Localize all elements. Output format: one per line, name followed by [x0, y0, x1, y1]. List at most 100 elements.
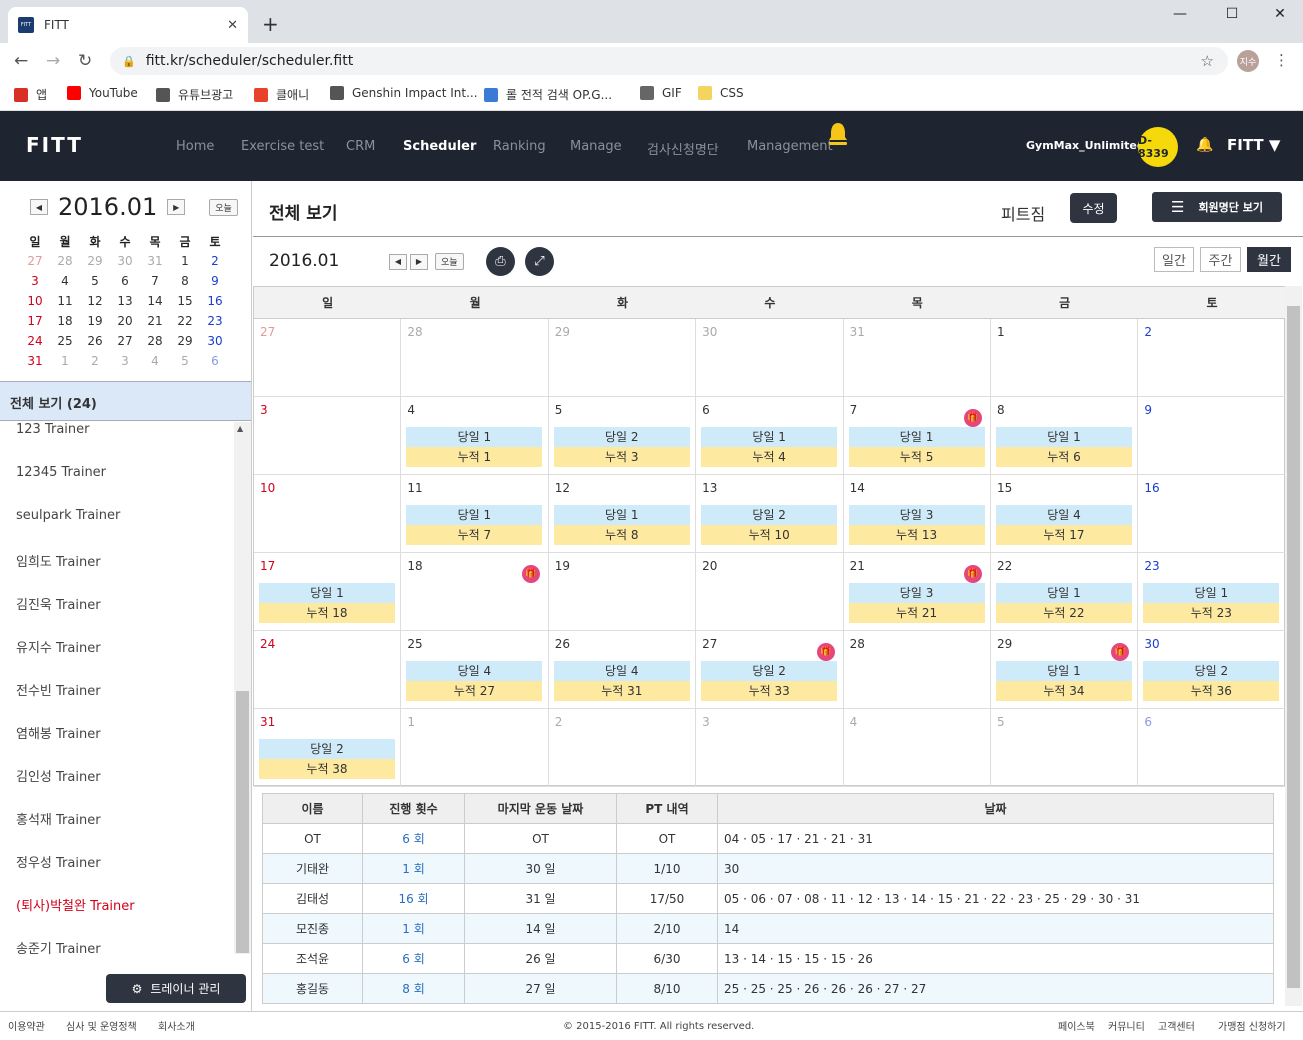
footer-link[interactable]: 회사소개 — [158, 1018, 195, 1033]
calendar-day[interactable]: 16 — [1138, 475, 1285, 552]
calendar-day[interactable]: 5 당일 2 누적 3 — [549, 397, 697, 474]
calendar-day[interactable]: 6 당일 1 누적 4 — [696, 397, 844, 474]
trainer-item[interactable]: seulpark Trainer — [16, 508, 120, 523]
trainer-item[interactable]: 전수빈 Trainer — [16, 680, 101, 699]
mini-day[interactable]: 1 — [170, 254, 200, 268]
daily-count[interactable]: 당일 4 — [553, 661, 690, 681]
profile-avatar[interactable]: 지수 — [1237, 50, 1259, 72]
cumulative-count[interactable]: 누적 8 — [553, 525, 690, 545]
main-scroll-thumb[interactable] — [1287, 306, 1300, 988]
calendar-day[interactable]: 28 — [401, 319, 549, 396]
mini-day[interactable]: 27 — [20, 254, 50, 268]
mini-day[interactable]: 13 — [110, 294, 140, 308]
daily-count[interactable]: 당일 4 — [406, 661, 543, 681]
mini-day[interactable]: 3 — [20, 274, 50, 288]
mini-day[interactable]: 20 — [110, 314, 140, 328]
bookmark-item[interactable]: 앱 — [14, 86, 47, 103]
calendar-day[interactable]: 29 당일 1 누적 34 🎁 — [991, 631, 1139, 708]
calendar-day[interactable]: 2 — [1138, 319, 1285, 396]
gift-icon[interactable]: 🎁 — [521, 565, 540, 583]
bookmark-item[interactable]: Genshin Impact Int... — [330, 86, 478, 100]
prev-month-button[interactable]: ◀ — [389, 253, 407, 270]
member-roster-button[interactable]: ☰ 회원명단 보기 — [1152, 192, 1282, 222]
calendar-day[interactable]: 1 — [991, 319, 1139, 396]
calendar-day[interactable]: 3 — [254, 397, 402, 474]
mini-day[interactable]: 19 — [80, 314, 110, 328]
cumulative-count[interactable]: 누적 3 — [553, 447, 690, 467]
fitt-logo[interactable]: FITT — [26, 133, 83, 157]
calendar-day[interactable]: 12 당일 1 누적 8 — [549, 475, 697, 552]
calendar-day[interactable]: 21 당일 3 누적 21 🎁 — [844, 553, 991, 630]
session-count-link[interactable]: 6 회 — [362, 823, 465, 854]
mini-day[interactable]: 12 — [80, 294, 110, 308]
mini-day[interactable]: 23 — [200, 314, 230, 328]
cumulative-count[interactable]: 누적 4 — [701, 447, 838, 467]
calendar-day[interactable]: 8 당일 1 누적 6 — [991, 397, 1139, 474]
daily-count[interactable]: 당일 2 — [1143, 661, 1280, 681]
gift-icon[interactable]: 🎁 — [963, 409, 982, 427]
mini-day[interactable]: 10 — [20, 294, 50, 308]
close-window-icon[interactable]: ✕ — [1260, 6, 1300, 22]
print-icon[interactable]: ⎙ — [486, 247, 515, 276]
calendar-day[interactable]: 19 — [549, 553, 697, 630]
daily-count[interactable]: 당일 1 — [848, 427, 985, 447]
session-count-link[interactable]: 8 회 — [362, 973, 465, 1004]
daily-count[interactable]: 당일 1 — [406, 427, 543, 447]
close-tab-icon[interactable]: ✕ — [227, 18, 238, 33]
cumulative-count[interactable]: 누적 31 — [553, 681, 690, 701]
bookmark-item[interactable]: YouTube — [67, 86, 138, 100]
calendar-day[interactable]: 9 — [1138, 397, 1285, 474]
daily-view-button[interactable]: 일간 — [1154, 247, 1194, 272]
trainer-item[interactable]: 송준기 Trainer — [16, 938, 101, 957]
weekly-view-button[interactable]: 주간 — [1200, 247, 1241, 272]
daily-count[interactable]: 당일 2 — [553, 427, 690, 447]
cumulative-count[interactable]: 누적 1 — [406, 447, 543, 467]
daily-count[interactable]: 당일 2 — [701, 505, 838, 525]
cumulative-count[interactable]: 누적 38 — [259, 759, 395, 779]
cumulative-count[interactable]: 누적 7 — [406, 525, 543, 545]
mini-day[interactable]: 29 — [170, 334, 200, 348]
mini-next-month-button[interactable]: ▶ — [167, 199, 186, 215]
mini-day[interactable]: 21 — [140, 314, 170, 328]
nav-menu-item[interactable]: Ranking — [493, 139, 546, 154]
mini-day[interactable]: 27 — [110, 334, 140, 348]
daily-count[interactable]: 당일 1 — [553, 505, 690, 525]
cumulative-count[interactable]: 누적 36 — [1143, 681, 1280, 701]
mini-day[interactable]: 24 — [20, 334, 50, 348]
daily-count[interactable]: 당일 1 — [1143, 583, 1280, 603]
cumulative-count[interactable]: 누적 10 — [701, 525, 838, 545]
mini-day[interactable]: 3 — [110, 354, 140, 368]
trainer-item[interactable]: 123 Trainer — [16, 422, 89, 437]
daily-count[interactable]: 당일 4 — [995, 505, 1132, 525]
bookmark-item[interactable]: 클애니 — [254, 86, 309, 103]
calendar-day[interactable]: 3 — [696, 709, 844, 786]
mini-day[interactable]: 5 — [170, 354, 200, 368]
all-view-item[interactable]: 전체 보기 (24) — [0, 381, 251, 421]
cumulative-count[interactable]: 누적 18 — [259, 603, 395, 623]
calendar-day[interactable]: 2 — [549, 709, 697, 786]
calendar-day[interactable]: 20 — [696, 553, 844, 630]
trainer-item[interactable]: 12345 Trainer — [16, 465, 106, 480]
mini-day[interactable]: 14 — [140, 294, 170, 308]
footer-link[interactable]: 고객센터 — [1158, 1018, 1195, 1033]
trainer-item[interactable]: 유지수 Trainer — [16, 637, 101, 656]
mini-today-button[interactable]: 오늘 — [209, 198, 238, 216]
mini-day[interactable]: 2 — [80, 354, 110, 368]
edit-button[interactable]: 수정 — [1070, 193, 1117, 223]
nav-menu-item[interactable]: Management — [747, 139, 833, 154]
daily-count[interactable]: 당일 2 — [259, 739, 395, 759]
calendar-day[interactable]: 4 — [844, 709, 991, 786]
footer-link[interactable]: 가맹점 신청하기 — [1218, 1018, 1286, 1033]
daily-count[interactable]: 당일 3 — [848, 505, 985, 525]
gift-icon[interactable]: 🎁 — [1111, 643, 1130, 661]
mini-day[interactable]: 9 — [200, 274, 230, 288]
mini-prev-month-button[interactable]: ◀ — [30, 199, 48, 215]
mini-day[interactable]: 28 — [140, 334, 170, 348]
nav-menu-item[interactable]: Exercise test — [241, 139, 324, 154]
daily-count[interactable]: 당일 1 — [995, 427, 1132, 447]
calendar-day[interactable]: 15 당일 4 누적 17 — [991, 475, 1139, 552]
nav-menu-item[interactable]: Home — [176, 139, 214, 154]
calendar-day[interactable]: 1 — [401, 709, 549, 786]
footer-link[interactable]: 커뮤니티 — [1108, 1018, 1145, 1033]
nav-menu-item[interactable]: 검사신청명단 — [647, 139, 719, 158]
